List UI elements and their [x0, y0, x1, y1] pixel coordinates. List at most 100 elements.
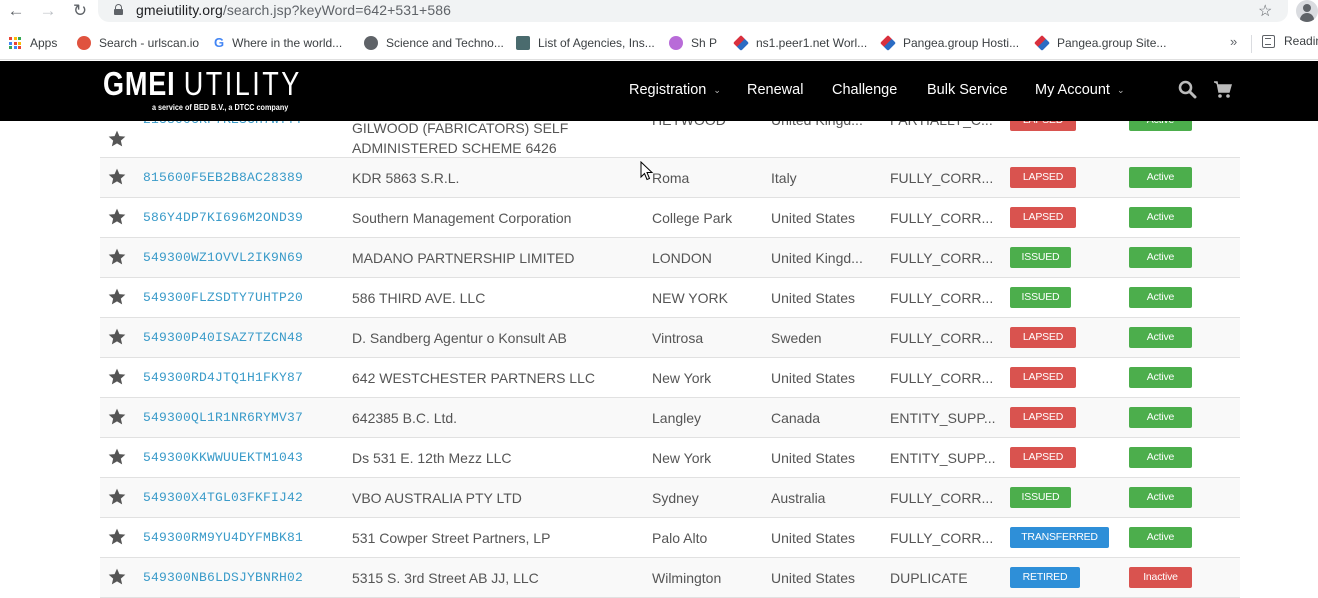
address-bar[interactable]: gmeiutility.org/search.jsp?keyWord=642+5…	[98, 0, 1288, 22]
play-icon	[669, 36, 683, 50]
bookmark-pangea-site[interactable]: Pangea.group Site...	[1034, 34, 1166, 52]
lei-link[interactable]: 549300NB6LDSJYBNRH02	[143, 570, 303, 585]
bookmark-label: Search - urlscan.io	[99, 36, 200, 50]
more-bookmarks-button[interactable]: »	[1230, 34, 1237, 49]
registration-status-badge: LAPSED	[1010, 367, 1076, 388]
search-icon[interactable]	[1178, 80, 1197, 99]
nav-renewal[interactable]: Renewal	[747, 82, 803, 98]
favorite-star-icon[interactable]	[107, 367, 127, 387]
entity-status-badge: Active	[1129, 247, 1192, 268]
lei-link[interactable]: 549300KKWWUUEKTM1043	[143, 450, 303, 465]
entity-city: NEW YORK	[652, 290, 728, 306]
profile-avatar-icon[interactable]	[1296, 0, 1318, 22]
lei-link[interactable]: 549300RD4JTQ1H1FKY87	[143, 370, 303, 385]
entity-status-badge: Active	[1129, 487, 1192, 508]
entity-country: Sweden	[771, 330, 822, 346]
entity-city: Langley	[652, 410, 702, 426]
entity-category: FULLY_CORR...	[890, 170, 994, 186]
lei-link[interactable]: 815600F5EB2B8AC28389	[143, 170, 303, 185]
entity-city: Palo Alto	[652, 530, 708, 546]
bookmark-urlscan[interactable]: Search - urlscan.io	[77, 34, 199, 52]
table-row[interactable]: 815600F5EB2B8AC28389 KDR 5863 S.R.L. Roma I…	[100, 158, 1240, 198]
lei-link[interactable]: 549300P40ISAZ7TZCN48	[143, 330, 303, 345]
entity-country: United States	[771, 530, 856, 546]
entity-city: LONDON	[652, 250, 712, 266]
entity-status-badge: Active	[1129, 287, 1192, 308]
entity-city: New York	[652, 450, 712, 466]
lei-link[interactable]: 549300RM9YU4DYFMBK81	[143, 530, 303, 545]
logo-thin-text: UTILITY	[183, 65, 302, 102]
nav-bulk-service[interactable]: Bulk Service	[927, 82, 1008, 98]
entity-country: United States	[771, 450, 856, 466]
bookmark-shp[interactable]: Sh P	[669, 34, 717, 52]
entity-status-badge: Active	[1129, 327, 1192, 348]
apps-grid-icon	[9, 37, 21, 49]
table-row[interactable]: 549300X4TGL03FKFIJ42 VBO AUSTRALIA PTY LT…	[100, 478, 1240, 518]
table-row[interactable]: 549300FLZSDTY7UHTP20 586 THIRD AVE. LLC NE…	[100, 278, 1240, 318]
favorite-star-icon[interactable]	[107, 207, 127, 227]
favorite-star-icon[interactable]	[107, 247, 127, 267]
nav-my-account[interactable]: My Account ⌄	[1035, 82, 1125, 98]
lei-link[interactable]: 586Y4DP7KI696M2OND39	[143, 210, 303, 225]
bookmark-agencies[interactable]: List of Agencies, Ins...	[516, 34, 655, 52]
favorite-star-icon[interactable]	[107, 167, 127, 187]
nav-challenge[interactable]: Challenge	[832, 82, 897, 98]
entity-name-line1: GILWOOD (FABRICATORS) SELF	[352, 120, 569, 136]
registration-status-badge: ISSUED	[1010, 287, 1071, 308]
nav-label: Bulk Service	[927, 82, 1008, 98]
entity-city: Vintrosa	[652, 330, 704, 346]
entity-category: FULLY_CORR...	[890, 250, 994, 266]
table-row[interactable]: 549300WZ1OVVL2IK9N69 MADANO PARTNERSHIP L…	[100, 238, 1240, 278]
table-row[interactable]: 586Y4DP7KI696M2OND39 Southern Management …	[100, 198, 1240, 238]
bookmarks-bar: Apps Search - urlscan.io G Where in the …	[0, 26, 1318, 60]
entity-status-badge: Active	[1129, 407, 1192, 428]
favorite-star-icon[interactable]	[107, 327, 127, 347]
bookmark-label: Science and Techno...	[386, 36, 504, 50]
bookmark-label: Apps	[30, 36, 58, 50]
table-row[interactable]: 549300P40ISAZ7TZCN48 D. Sandberg Agentur …	[100, 318, 1240, 358]
favorite-star-icon[interactable]	[107, 527, 127, 547]
lei-link[interactable]: 549300FLZSDTY7UHTP20	[143, 290, 303, 305]
lei-link[interactable]: 549300WZ1OVVL2IK9N69	[143, 250, 303, 265]
lei-link[interactable]: 549300X4TGL03FKFIJ42	[143, 490, 303, 505]
bookmark-star-icon[interactable]: ☆	[1258, 1, 1272, 21]
entity-category: DUPLICATE	[890, 570, 968, 586]
reading-list-button[interactable]: Readin	[1262, 34, 1318, 48]
favorite-star-icon[interactable]	[107, 129, 127, 149]
chevron-down-icon: ⌄	[1116, 84, 1125, 95]
bookmark-science[interactable]: Science and Techno...	[364, 34, 504, 52]
bookmark-where-in-world[interactable]: G Where in the world...	[214, 34, 342, 52]
table-row[interactable]: 213800CKF7KESCH7WTTT GILWOOD (FABRICATOR…	[100, 110, 1240, 158]
browser-toolbar: ← → ↻ gmeiutility.org/search.jsp?keyWord…	[0, 0, 1318, 26]
entity-category: ENTITY_SUPP...	[890, 410, 996, 426]
gmei-logo[interactable]: GMEI UTILITY a service of BED B.V., a DT…	[103, 65, 345, 112]
favorite-star-icon[interactable]	[107, 447, 127, 467]
bookmark-pangea-hosting[interactable]: Pangea.group Hosti...	[880, 34, 1020, 52]
table-row[interactable]: 549300RD4JTQ1H1FKY87 642 WESTCHESTER PART…	[100, 358, 1240, 398]
url-text[interactable]: gmeiutility.org/search.jsp?keyWord=642+5…	[136, 2, 451, 18]
favorite-star-icon[interactable]	[107, 287, 127, 307]
favorite-star-icon[interactable]	[107, 407, 127, 427]
table-row[interactable]: 549300NB6LDSJYBNRH02 5315 S. 3rd Street A…	[100, 558, 1240, 598]
table-row[interactable]: 549300KKWWUUEKTM1043 Ds 531 E. 12th Mezz …	[100, 438, 1240, 478]
table-row[interactable]: 549300RM9YU4DYFMBK81 531 Cowper Street Pa…	[100, 518, 1240, 558]
bookmark-apps[interactable]: Apps	[9, 34, 57, 52]
nav-label: Registration	[629, 82, 707, 98]
forward-icon[interactable]: →	[38, 1, 58, 21]
registration-status-badge: LAPSED	[1010, 327, 1076, 348]
entity-name: Ds 531 E. 12th Mezz LLC	[352, 450, 512, 466]
favorite-star-icon[interactable]	[107, 567, 127, 587]
entity-category: FULLY_CORR...	[890, 490, 994, 506]
entity-category: FULLY_CORR...	[890, 330, 994, 346]
bookmark-ns1[interactable]: ns1.peer1.net Worl...	[733, 34, 867, 52]
table-row[interactable]: 549300QL1R1NR6RYMV37 642385 B.C. Ltd. Lang…	[100, 398, 1240, 438]
nav-registration[interactable]: Registration ⌄	[629, 82, 721, 98]
cart-icon[interactable]	[1213, 80, 1232, 99]
lei-link[interactable]: 549300QL1R1NR6RYMV37	[143, 410, 303, 425]
bookmark-label: Pangea.group Hosti...	[903, 36, 1020, 50]
reload-icon[interactable]: ↻	[70, 1, 90, 21]
favorite-star-icon[interactable]	[107, 487, 127, 507]
nav-label: Challenge	[832, 82, 898, 98]
back-icon[interactable]: ←	[6, 1, 26, 21]
mouse-cursor-icon	[640, 161, 654, 181]
